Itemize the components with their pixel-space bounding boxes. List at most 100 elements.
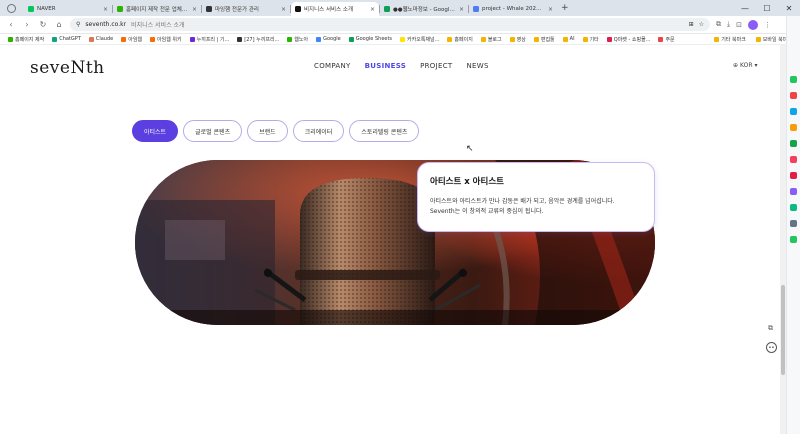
tab-close-icon[interactable]: × (459, 6, 464, 13)
site-info-icon[interactable]: ⚲ (76, 21, 80, 28)
bookmark-favicon-icon (237, 36, 243, 42)
site-logo[interactable]: seveNth (30, 58, 105, 78)
bookmark-item[interactable]: 아임웹 위키 (150, 36, 182, 43)
bookmark-favicon-icon (562, 36, 568, 42)
nav-item-business[interactable]: BUSINESS (365, 62, 406, 70)
bookmark-item[interactable]: 영상 (509, 36, 526, 43)
bookmark-label: AI (569, 36, 575, 42)
browser-tab[interactable]: 마잉햄 전문가 관리 × (202, 2, 290, 16)
bookmark-label: 홈페이지 제작 (15, 36, 45, 43)
side-panel-app-icon[interactable] (790, 172, 797, 179)
bookmark-item[interactable]: 홈페이지 (447, 36, 473, 43)
home-icon[interactable]: ⌂ (54, 20, 64, 29)
download-icon[interactable]: ⤓ (727, 20, 730, 29)
tab-close-icon[interactable]: × (192, 6, 197, 13)
side-panel-app-icon[interactable] (790, 108, 797, 115)
tab-label: 비지니스 서비스 소개 (304, 7, 354, 13)
bookmark-item[interactable]: 기타 (582, 36, 599, 43)
bookmark-favicon-icon (509, 36, 515, 42)
close-window-button[interactable]: ✕ (778, 0, 800, 16)
tab-close-icon[interactable]: × (548, 6, 553, 13)
bookmark-item[interactable]: 홈페이지 제작 (8, 36, 44, 43)
tab-favicon-icon (206, 6, 212, 12)
bookmark-folders-right: 기타 북마크 모바일 북마크 (708, 34, 792, 44)
bookmark-label: 웹노아 (294, 36, 309, 43)
bookmark-label: 아임웹 (128, 36, 143, 43)
floating-chat-icon[interactable]: •• (766, 342, 777, 353)
side-panel-app-icon[interactable] (790, 188, 797, 195)
bookmark-item[interactable]: 카카오톡채널... (400, 36, 439, 43)
nav-item-news[interactable]: NEWS (466, 62, 488, 70)
tooltip-title: 아티스트 x 아티스트 (430, 177, 504, 187)
side-panel-app-icon[interactable] (790, 92, 797, 99)
bookmark-star-icon[interactable]: ☆ (699, 21, 704, 28)
bookmark-item[interactable]: AI (562, 36, 575, 42)
bookmark-item[interactable]: Google Sheets (348, 36, 393, 42)
back-icon[interactable]: ‹ (6, 20, 16, 29)
side-panel-app-icon[interactable] (790, 220, 797, 227)
scrollbar-thumb[interactable] (781, 285, 785, 375)
bookmark-item[interactable]: Claude (88, 36, 113, 42)
bookmark-item[interactable]: 블로그 (480, 36, 502, 43)
forward-icon[interactable]: › (22, 20, 32, 29)
category-pill[interactable]: 글로벌 콘텐츠 (183, 120, 243, 142)
side-panel-app-icon[interactable] (790, 76, 797, 83)
profile-avatar[interactable] (747, 19, 758, 30)
url-field[interactable]: ⚲ seventh.co.kr 비지니스 서비스 소개 ⊞ ☆ (70, 18, 710, 31)
chevron-down-icon: ▾ (754, 62, 758, 69)
reload-icon[interactable]: ↻ (38, 20, 48, 29)
category-tooltip-card: 아티스트 x 아티스트 아티스트와 아티스트가 만나 감동은 배가 되고, 음악… (417, 162, 655, 232)
bookmark-item[interactable]: 누끼프리 | 기... (189, 36, 229, 43)
browser-tab[interactable]: project - Whale 2025-07-07 0(× (469, 2, 557, 16)
tab-favicon-icon (117, 6, 123, 12)
nav-item-company[interactable]: COMPANY (314, 62, 351, 70)
tab-close-icon[interactable]: × (370, 6, 375, 13)
bookmark-label: 주문 (665, 36, 675, 43)
bookmark-item[interactable]: Google (316, 36, 341, 42)
browser-tab[interactable]: 비지니스 서비스 소개 × (291, 2, 379, 16)
bookmark-item[interactable]: [27] 누끼프리... (237, 36, 279, 43)
bookmark-item[interactable]: 편집툴 (533, 36, 555, 43)
category-pill[interactable]: 스토리텔링 콘텐츠 (349, 120, 420, 142)
nav-item-project[interactable]: PROJECT (420, 62, 452, 70)
tab-close-icon[interactable]: × (281, 6, 286, 13)
bookmark-item[interactable]: 웹노아 (287, 36, 308, 43)
side-panel-app-icon[interactable] (790, 124, 797, 131)
maximize-button[interactable]: ☐ (756, 0, 778, 16)
category-pill[interactable]: 브랜드 (247, 120, 288, 142)
address-bar-row: ‹ › ↻ ⌂ ⚲ seventh.co.kr 비지니스 서비스 소개 ⊞ ☆ … (0, 16, 800, 34)
tab-strip: NAVER×홈페이지 제작 전문 업체 - 웹노×마잉햄 전문가 관리×비지니스… (24, 2, 557, 16)
browser-tab[interactable]: NAVER × (24, 2, 112, 16)
menu-icon[interactable]: ⋮ (764, 21, 771, 29)
category-pill[interactable]: 크리에이터 (292, 120, 345, 142)
bookmark-favicon-icon (658, 36, 664, 42)
bookmark-favicon-icon (447, 36, 453, 42)
bookmark-label: ChatGPT (59, 36, 81, 42)
bookmark-favicon-icon (606, 36, 612, 42)
category-pill[interactable]: 아티스트 (132, 120, 179, 142)
browser-tab[interactable]: 홈페이지 제작 전문 업체 - 웹노× (113, 2, 201, 16)
bookmark-item[interactable]: 아임웹 (121, 36, 142, 43)
language-selector[interactable]: ⊕ KOR ▾ (733, 62, 758, 69)
bookmark-item[interactable]: Q마켓 - 쇼핑몰... (606, 36, 650, 43)
tab-close-icon[interactable]: × (103, 6, 108, 13)
side-panel-app-icon[interactable] (790, 156, 797, 163)
translate-icon[interactable]: ⊞ (689, 21, 694, 28)
bookmark-item[interactable]: 주문 (658, 36, 675, 43)
browser-tab[interactable]: ●●웹노마정보 - Google Sheets× (380, 2, 468, 16)
browser-tab-bar: NAVER×홈페이지 제작 전문 업체 - 웹노×마잉햄 전문가 관리×비지니스… (0, 0, 800, 16)
side-panel-app-icon[interactable] (790, 204, 797, 211)
bookmark-folder[interactable]: 기타 북마크 (714, 36, 746, 43)
new-tab-button[interactable]: + (561, 3, 569, 13)
bookmark-favicon-icon (121, 36, 127, 42)
side-panel-app-icon[interactable] (790, 140, 797, 147)
bookmark-item[interactable]: ChatGPT (52, 36, 81, 42)
screenshot-icon[interactable]: ⊡ (736, 21, 742, 29)
minimize-button[interactable]: — (734, 0, 756, 16)
bookmark-label: Google Sheets (355, 36, 393, 42)
tab-favicon-icon (384, 6, 390, 12)
bookmark-label: 기타 (589, 36, 599, 43)
side-panel-app-icon[interactable] (790, 236, 797, 243)
floating-share-icon[interactable]: ⧉ (768, 324, 773, 333)
extensions-icon[interactable]: ⧉ (716, 20, 721, 29)
